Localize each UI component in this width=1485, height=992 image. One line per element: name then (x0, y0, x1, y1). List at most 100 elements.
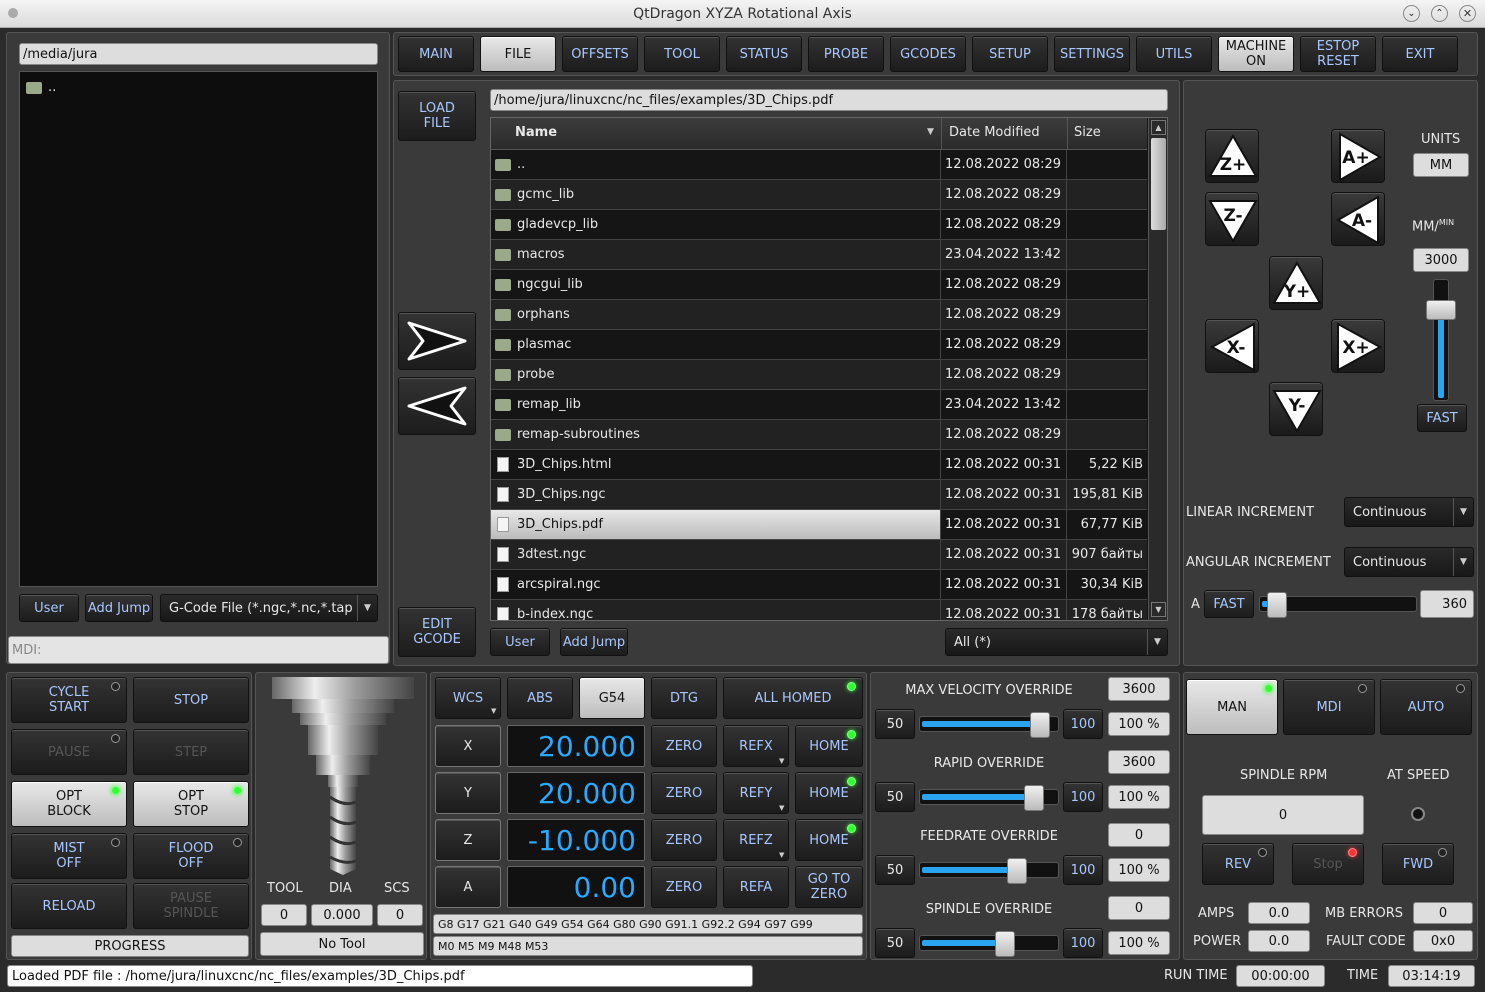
flood-button[interactable]: FLOOD OFF (133, 833, 249, 879)
jog-a-minus-button[interactable]: A- (1331, 192, 1385, 246)
header-size[interactable]: Size (1074, 125, 1101, 140)
override-100-button[interactable]: 100 (1063, 782, 1103, 812)
pause-spindle-button[interactable]: PAUSE SPINDLE (133, 883, 249, 929)
minimize-icon[interactable]: ⌄ (1403, 5, 1420, 22)
table-row[interactable]: gladevcp_lib 12.08.2022 08:29 (491, 210, 1147, 240)
override-slider[interactable] (919, 785, 1059, 811)
file-filter-select[interactable]: All (*) ▼ (945, 628, 1168, 656)
axis-y-label[interactable]: Y (435, 772, 501, 814)
slider-thumb[interactable] (1024, 785, 1044, 811)
a-rate-slider[interactable] (1259, 592, 1417, 618)
left-file-list[interactable]: .. (19, 71, 378, 587)
table-row[interactable]: arcspiral.ngc 12.08.2022 00:31 30,34 KiB (491, 570, 1147, 600)
list-item[interactable]: .. (26, 80, 56, 95)
axis-z-dro[interactable]: -10.000 (507, 819, 645, 861)
override-slider[interactable] (919, 931, 1059, 957)
override-slider[interactable] (919, 858, 1059, 884)
abs-button[interactable]: ABS (507, 677, 573, 719)
override-slider[interactable] (919, 712, 1059, 738)
axis-a-dro[interactable]: 0.00 (507, 866, 645, 908)
jog-z-plus-button[interactable]: Z+ (1205, 129, 1259, 183)
header-name[interactable]: Name (515, 125, 557, 140)
override-50-button[interactable]: 50 (875, 782, 915, 812)
jog-y-plus-button[interactable]: Y+ (1269, 256, 1323, 310)
scroll-up-icon[interactable]: ▲ (1151, 120, 1166, 135)
file-add-jump-button[interactable]: Add Jump (560, 628, 628, 656)
table-row[interactable]: probe 12.08.2022 08:29 (491, 360, 1147, 390)
jog-a-plus-button[interactable]: A+ (1331, 129, 1385, 183)
estop-reset-button[interactable]: ESTOP RESET (1300, 36, 1376, 72)
left-add-jump-button[interactable]: Add Jump (85, 594, 153, 622)
linear-increment-select[interactable]: Continuous ▼ (1344, 497, 1474, 527)
machine-on-button[interactable]: MACHINE ON (1218, 36, 1294, 72)
reload-button[interactable]: RELOAD (11, 883, 127, 929)
slider-thumb[interactable] (1007, 858, 1027, 884)
opt-stop-button[interactable]: OPT STOP (133, 781, 249, 827)
left-filter-select[interactable]: G-Code File (*.ngc,*.nc,*.tap ▼ (160, 594, 378, 622)
left-path-field[interactable]: /media/jura (19, 43, 378, 65)
file-user-button[interactable]: User (490, 628, 550, 656)
override-100-button[interactable]: 100 (1063, 928, 1103, 958)
tab-utils[interactable]: UTILS (1136, 36, 1212, 72)
table-row[interactable]: remap-subroutines 12.08.2022 08:29 (491, 420, 1147, 450)
opt-block-button[interactable]: OPT BLOCK (11, 781, 127, 827)
table-row[interactable]: gcmc_lib 12.08.2022 08:29 (491, 180, 1147, 210)
header-date[interactable]: Date Modified (949, 125, 1040, 140)
exit-button[interactable]: EXIT (1382, 36, 1458, 72)
jog-x-minus-button[interactable]: X- (1205, 319, 1259, 373)
zero-y-button[interactable]: ZERO (651, 772, 717, 814)
table-row[interactable]: plasmac 12.08.2022 08:29 (491, 330, 1147, 360)
vertical-scrollbar[interactable]: ▲ ▼ (1148, 118, 1167, 620)
table-row[interactable]: .. 12.08.2022 08:29 (491, 150, 1147, 180)
ref-a-button[interactable]: REFA (723, 866, 789, 908)
tab-status[interactable]: STATUS (726, 36, 802, 72)
scroll-down-icon[interactable]: ▼ (1151, 602, 1166, 617)
slider-thumb[interactable] (1267, 592, 1287, 618)
angular-increment-select[interactable]: Continuous ▼ (1344, 547, 1474, 577)
stop-button[interactable]: STOP (133, 677, 249, 723)
all-homed-button[interactable]: ALL HOMED (723, 677, 863, 719)
close-icon[interactable]: ✕ (1459, 5, 1476, 22)
file-path-field[interactable]: /home/jura/linuxcnc/nc_files/examples/3D… (490, 89, 1168, 111)
table-row[interactable]: macros 23.04.2022 13:42 (491, 240, 1147, 270)
override-100-button[interactable]: 100 (1063, 709, 1103, 739)
mist-button[interactable]: MIST OFF (11, 833, 127, 879)
scroll-thumb[interactable] (1151, 138, 1166, 230)
left-user-button[interactable]: User (19, 594, 79, 622)
mdi-input[interactable]: MDI: (8, 636, 389, 664)
zero-a-button[interactable]: ZERO (651, 866, 717, 908)
table-row[interactable]: orphans 12.08.2022 08:29 (491, 300, 1147, 330)
tab-probe[interactable]: PROBE (808, 36, 884, 72)
tab-main[interactable]: MAIN (398, 36, 474, 72)
table-row[interactable]: b-index.ngc 12.08.2022 00:31 178 байты (491, 600, 1147, 620)
override-50-button[interactable]: 50 (875, 709, 915, 739)
prev-arrow-button[interactable] (398, 377, 476, 435)
table-row[interactable]: 3dtest.ngc 12.08.2022 00:31 907 байты (491, 540, 1147, 570)
tab-file[interactable]: FILE (480, 36, 556, 72)
axis-x-label[interactable]: X (435, 725, 501, 767)
table-row[interactable]: 3D_Chips.html 12.08.2022 00:31 5,22 KiB (491, 450, 1147, 480)
zero-z-button[interactable]: ZERO (651, 819, 717, 861)
table-row[interactable]: 3D_Chips.ngc 12.08.2022 00:31 195,81 KiB (491, 480, 1147, 510)
g54-button[interactable]: G54 (579, 677, 645, 719)
jog-z-minus-button[interactable]: Z- (1205, 192, 1259, 246)
edit-gcode-button[interactable]: EDIT GCODE (398, 607, 476, 657)
jog-x-plus-button[interactable]: X+ (1331, 319, 1385, 373)
home-a-button[interactable]: GO TO ZERO (795, 866, 863, 908)
pause-button[interactable]: PAUSE (11, 729, 127, 775)
tab-setup[interactable]: SETUP (972, 36, 1048, 72)
override-50-button[interactable]: 50 (875, 855, 915, 885)
slider-thumb[interactable] (1426, 300, 1456, 320)
table-row[interactable]: ngcgui_lib 12.08.2022 08:29 (491, 270, 1147, 300)
step-button[interactable]: STEP (133, 729, 249, 775)
units-value[interactable]: MM (1413, 153, 1469, 177)
axis-y-dro[interactable]: 20.000 (507, 772, 645, 814)
dtg-button[interactable]: DTG (651, 677, 717, 719)
a-fast-button[interactable]: FAST (1204, 590, 1254, 618)
slider-thumb[interactable] (995, 931, 1015, 957)
override-100-button[interactable]: 100 (1063, 855, 1103, 885)
axis-x-dro[interactable]: 20.000 (507, 725, 645, 767)
tab-settings[interactable]: SETTINGS (1054, 36, 1130, 72)
slider-thumb[interactable] (1030, 712, 1050, 738)
next-arrow-button[interactable] (398, 312, 476, 370)
